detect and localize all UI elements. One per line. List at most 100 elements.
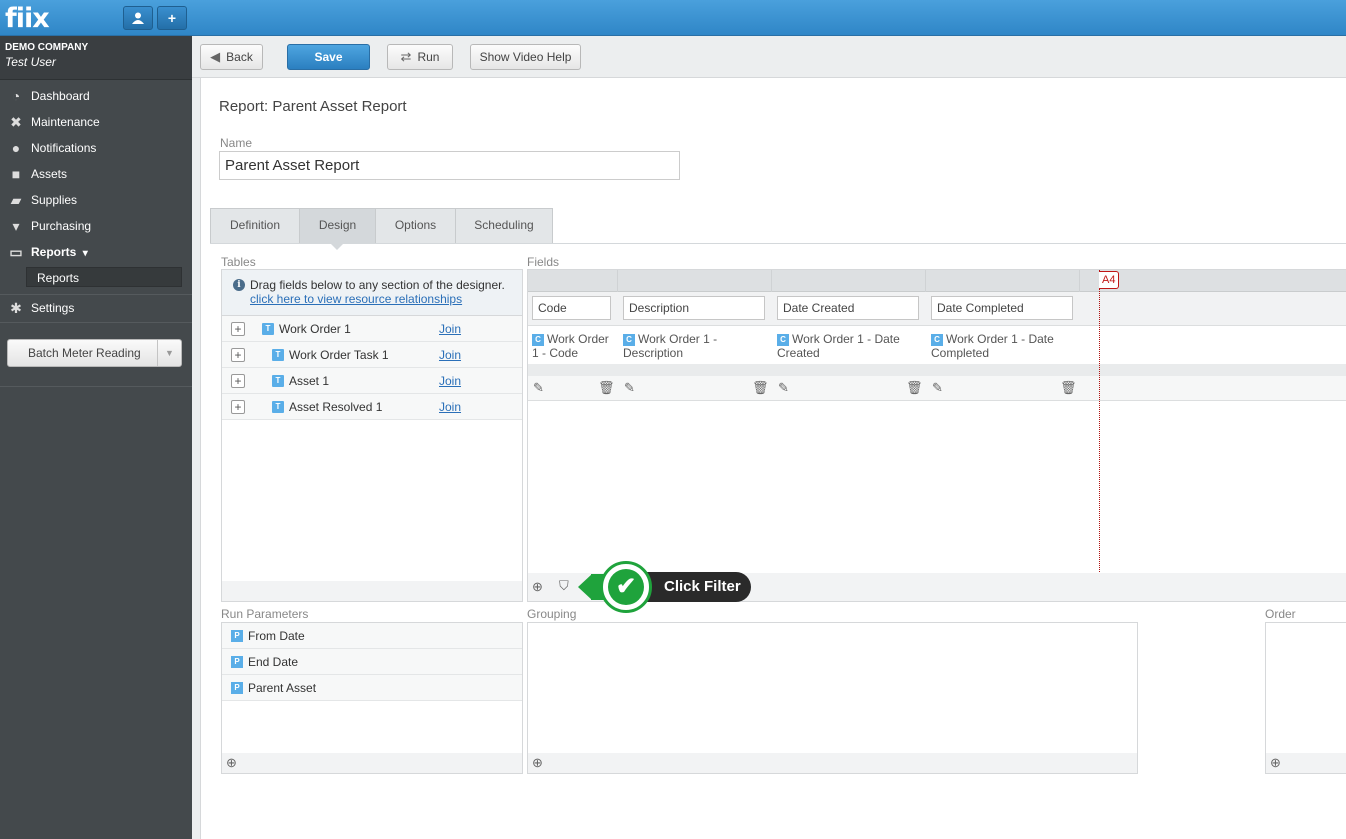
- filter-icon[interactable]: ⛉: [559, 578, 569, 594]
- divider: [0, 322, 192, 323]
- tab-definition[interactable]: Definition: [210, 208, 300, 243]
- table-row[interactable]: + T Asset Resolved 1 Join: [222, 394, 522, 420]
- tab-scheduling[interactable]: Scheduling: [455, 208, 553, 243]
- table-row[interactable]: + T Work Order Task 1 Join: [222, 342, 522, 368]
- table-icon: T: [272, 401, 284, 413]
- table-name: Asset Resolved 1: [289, 400, 383, 414]
- edit-icon[interactable]: ✎: [624, 380, 635, 396]
- panel-footer: [222, 581, 522, 601]
- field-label-input[interactable]: Date Completed: [931, 296, 1073, 320]
- edit-icon[interactable]: ✎: [932, 380, 943, 396]
- batch-button-label: Batch Meter Reading: [28, 346, 141, 360]
- field-value[interactable]: C Work Order 1 - Description: [623, 332, 763, 360]
- order-panel: ⊕: [1265, 622, 1346, 774]
- chevron-down-icon[interactable]: ▼: [157, 340, 181, 366]
- refresh-icon: ⇄: [400, 49, 412, 64]
- field-value-text: Work Order 1 - Date Created: [777, 332, 900, 360]
- run-parameters-label: Run Parameters: [221, 607, 309, 621]
- join-link[interactable]: Join: [439, 374, 461, 388]
- field-label-input[interactable]: Date Created: [777, 296, 919, 320]
- batch-meter-reading-button[interactable]: Batch Meter Reading ▼: [7, 339, 182, 367]
- trash-icon[interactable]: 🗑: [906, 380, 923, 396]
- expand-icon[interactable]: +: [231, 400, 245, 414]
- report-name-input[interactable]: Parent Asset Report: [219, 151, 680, 180]
- tab-options[interactable]: Options: [375, 208, 456, 243]
- column-icon: C: [532, 334, 544, 346]
- parameter-icon: P: [231, 656, 243, 668]
- list-item[interactable]: P End Date: [222, 649, 522, 675]
- callout-arrow: [578, 574, 592, 600]
- sidebar-item-notifications[interactable]: ● Notifications: [0, 135, 192, 161]
- tab-design[interactable]: Design: [299, 208, 376, 250]
- trash-icon[interactable]: 🗑: [1060, 380, 1077, 396]
- field-gap: [528, 364, 1346, 376]
- trash-icon[interactable]: 🗑: [598, 380, 615, 396]
- fields-designer: Code Description Date Created Date Compl…: [527, 269, 1346, 602]
- show-video-help-button[interactable]: Show Video Help: [470, 44, 581, 70]
- expand-icon[interactable]: +: [231, 374, 245, 388]
- table-row[interactable]: + T Asset 1 Join: [222, 368, 522, 394]
- parameter-icon: P: [231, 682, 243, 694]
- back-button[interactable]: ◀ Back: [200, 44, 263, 70]
- field-value[interactable]: C Work Order 1 - Date Created: [777, 332, 917, 360]
- main-content: Report: Parent Asset Report Name Parent …: [200, 78, 1346, 839]
- table-name: Work Order 1: [279, 322, 351, 336]
- info-text: Drag fields below to any section of the …: [250, 278, 505, 292]
- a4-marker: A4: [1099, 271, 1120, 289]
- field-label-input[interactable]: Code: [532, 296, 611, 320]
- sidebar-subitem-reports[interactable]: Reports: [26, 267, 182, 287]
- field-label-input[interactable]: Description: [623, 296, 765, 320]
- chevron-down-icon: ▾: [82, 248, 88, 259]
- checkmark-icon: ✔: [608, 569, 644, 605]
- edit-icon[interactable]: ✎: [778, 380, 789, 396]
- parameter-name: End Date: [248, 655, 299, 669]
- top-bar: fiix +: [0, 0, 1346, 36]
- field-value[interactable]: C Work Order 1 - Date Completed: [931, 332, 1071, 360]
- sidebar-item-maintenance[interactable]: ✖ Maintenance: [0, 109, 192, 135]
- column-icon: C: [623, 334, 635, 346]
- add-parameter-icon[interactable]: ⊕: [226, 755, 237, 771]
- sidebar-item-assets[interactable]: ■ Assets: [0, 161, 192, 187]
- add-order-icon[interactable]: ⊕: [1270, 755, 1281, 771]
- a4-page-boundary: [1099, 270, 1100, 572]
- grouping-panel: ⊕: [527, 622, 1138, 774]
- table-name: Asset 1: [289, 374, 330, 388]
- add-button[interactable]: +: [157, 6, 187, 30]
- sidebar-item-purchasing[interactable]: ▾ Purchasing: [0, 213, 192, 239]
- table-row[interactable]: + T Work Order 1 Join: [222, 316, 522, 342]
- tab-underline: [210, 243, 1346, 244]
- user-button[interactable]: [123, 6, 153, 30]
- join-link[interactable]: Join: [439, 322, 461, 336]
- resource-relationships-link[interactable]: click here to view resource relationship…: [234, 292, 522, 306]
- field-value[interactable]: C Work Order 1 - Code: [532, 332, 618, 360]
- sidebar-item-dashboard[interactable]: ◔ Dashboard: [0, 83, 192, 109]
- trash-icon[interactable]: 🗑: [752, 380, 769, 396]
- add-section-icon[interactable]: ⊕: [532, 579, 543, 595]
- company-name: DEMO COMPANY: [5, 42, 89, 53]
- table-icon: T: [262, 323, 274, 335]
- sidebar-item-label: Supplies: [31, 193, 78, 207]
- speech-bubble-icon: ●: [11, 140, 21, 156]
- sidebar-item-supplies[interactable]: ▰ Supplies: [0, 187, 192, 213]
- plus-icon: +: [167, 10, 177, 26]
- join-link[interactable]: Join: [439, 400, 461, 414]
- callout-text: Click Filter: [638, 572, 751, 602]
- user-icon: [132, 12, 144, 24]
- expand-icon[interactable]: +: [231, 348, 245, 362]
- sidebar-item-settings[interactable]: ✱ Settings: [0, 295, 192, 321]
- expand-icon[interactable]: +: [231, 322, 245, 336]
- add-grouping-icon[interactable]: ⊕: [532, 755, 543, 771]
- box-icon: ■: [11, 166, 21, 182]
- edit-icon[interactable]: ✎: [533, 380, 544, 396]
- join-link[interactable]: Join: [439, 348, 461, 362]
- save-button[interactable]: Save: [287, 44, 370, 70]
- list-item[interactable]: P Parent Asset: [222, 675, 522, 701]
- name-label: Name: [220, 136, 253, 150]
- list-item[interactable]: P From Date: [222, 623, 522, 649]
- tables-panel: i Drag fields below to any section of th…: [221, 269, 523, 602]
- sidebar-item-reports[interactable]: ▭ Reports ▾: [0, 239, 192, 265]
- parameter-name: Parent Asset: [248, 681, 317, 695]
- sidebar-item-label: Reports: [31, 245, 77, 259]
- fiix-logo[interactable]: fiix: [5, 3, 50, 34]
- run-button[interactable]: ⇄ Run: [387, 44, 453, 70]
